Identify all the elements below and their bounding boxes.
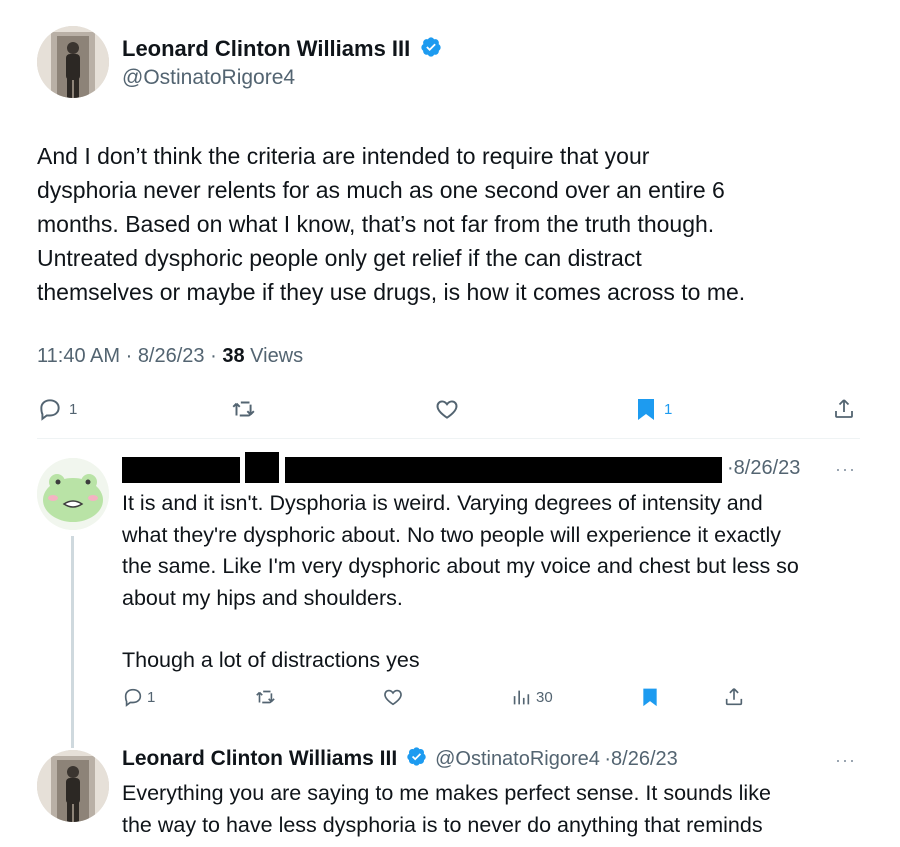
views-label: Views	[250, 345, 304, 367]
retweet-button[interactable]	[230, 396, 256, 422]
redacted-handle	[285, 457, 722, 483]
like-icon	[384, 689, 402, 706]
retweet-icon	[256, 690, 275, 704]
reply-like-button[interactable]	[382, 686, 404, 708]
reply-text-line: Everything you are saying to me makes pe…	[122, 781, 771, 805]
tweet-date[interactable]: 8/26/23	[138, 345, 205, 367]
bookmark-icon	[643, 688, 657, 707]
reply-2-avatar[interactable]	[37, 750, 109, 822]
reply-reply-button[interactable]: 1	[122, 686, 155, 708]
reply-button[interactable]: 1	[37, 396, 77, 422]
tweet-text-line: dysphoria never relents for as much as o…	[37, 177, 725, 203]
reply-2-author-name[interactable]: Leonard Clinton Williams III	[122, 747, 397, 770]
bookmark-button[interactable]: 1	[634, 396, 672, 422]
reply-text-line: It is and it isn't. Dysphoria is weird. …	[122, 491, 763, 515]
reply-text-line: about my hips and shoulders.	[122, 585, 403, 610]
tweet-text-line: themselves or maybe if they use drugs, i…	[37, 279, 746, 305]
reply-2-header: Leonard Clinton Williams III @OstinatoRi…	[122, 747, 678, 770]
reply-2-date[interactable]: 8/26/23	[611, 748, 678, 770]
reply-share-button[interactable]	[723, 686, 745, 708]
tweet-time[interactable]: 11:40 AM	[37, 345, 120, 367]
views-icon	[513, 690, 530, 705]
divider	[37, 438, 860, 439]
reply-text: It is and it isn't. Dysphoria is weird. …	[122, 488, 882, 677]
more-icon[interactable]: ···	[835, 459, 856, 480]
redacted-badge	[245, 452, 279, 483]
tweet-text-line: Untreated dysphoric people only get reli…	[37, 245, 642, 271]
reply-bookmark-button[interactable]	[640, 686, 660, 708]
more-icon[interactable]: ···	[835, 750, 856, 771]
retweet-icon	[232, 401, 255, 417]
reply-2-author-handle[interactable]: @OstinatoRigore4	[435, 748, 600, 770]
like-button[interactable]	[434, 396, 460, 422]
reply-views-button[interactable]: 30	[510, 686, 553, 708]
author-avatar[interactable]	[37, 26, 109, 98]
bookmark-count: 1	[664, 400, 673, 418]
reply-date[interactable]: ·8/26/23	[727, 457, 800, 480]
reply-2-text: Everything you are saying to me makes pe…	[122, 778, 882, 841]
redacted-name	[122, 457, 240, 483]
tweet-text: And I don’t think the criteria are inten…	[37, 139, 877, 309]
tweet-text-line: And I don’t think the criteria are inten…	[37, 143, 650, 169]
tweet-meta: 11:40 AM · 8/26/23 · 38 Views	[37, 345, 304, 367]
share-icon	[835, 399, 853, 418]
reply-text-line: the same. Like I'm very dysphoric about …	[122, 554, 799, 578]
reply-retweet-button[interactable]	[254, 686, 276, 708]
reply-views-count: 30	[536, 688, 553, 706]
reply-avatar[interactable]	[37, 458, 109, 530]
share-button[interactable]	[832, 396, 856, 422]
author-handle[interactable]: @OstinatoRigore4	[122, 66, 295, 90]
share-icon	[725, 688, 743, 706]
reply-icon	[40, 399, 60, 421]
reply-icon	[124, 688, 142, 707]
tweet-text-line: months. Based on what I know, that’s not…	[37, 211, 715, 237]
bookmark-icon	[638, 399, 654, 420]
verified-badge-icon	[406, 747, 426, 766]
verified-badge-icon	[421, 37, 442, 57]
reply-reply-count: 1	[147, 688, 156, 706]
views-count: 38	[222, 345, 245, 367]
reply-count: 1	[69, 400, 78, 418]
reply-text-line: the way to have less dysphoria is to nev…	[122, 812, 763, 837]
thread-line	[71, 536, 74, 748]
reply-text-line: what they're dysphoric about. No two peo…	[122, 522, 782, 547]
like-icon	[436, 400, 458, 419]
author-name[interactable]: Leonard Clinton Williams III	[122, 36, 442, 62]
reply-text-line: Though a lot of distractions yes	[122, 648, 420, 672]
